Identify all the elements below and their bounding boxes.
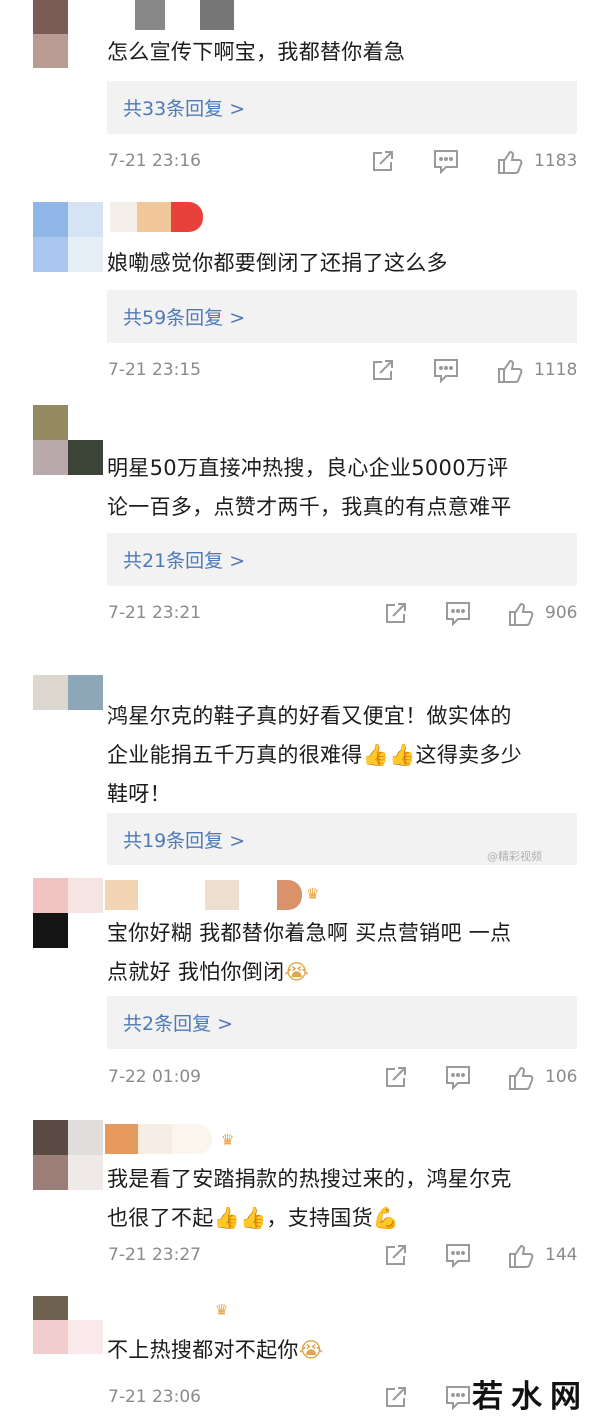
avatar[interactable] bbox=[33, 405, 103, 475]
comment-text: 鸿星尔克的鞋子真的好看又便宜！做实体的 企业能捐五千万真的很难得👍👍这得卖多少 … bbox=[107, 704, 523, 806]
crown-icon: ♛ bbox=[306, 885, 320, 903]
timestamp: 7-21 23:27 bbox=[108, 1245, 201, 1265]
view-replies-link[interactable]: 共2条回复 > bbox=[123, 1009, 233, 1036]
like-count: 106 bbox=[545, 1067, 578, 1087]
comment-meta: 7-22 01:09 106 bbox=[0, 1064, 600, 1094]
crying-emoji-icon: 😭 bbox=[284, 960, 310, 984]
avatar[interactable] bbox=[33, 1120, 103, 1190]
chevron-right-icon: > bbox=[217, 1013, 234, 1035]
share-icon[interactable] bbox=[370, 148, 396, 176]
view-replies-link[interactable]: 共21条回复 > bbox=[123, 546, 245, 573]
reply-box[interactable]: 共33条回复 > bbox=[107, 81, 577, 134]
avatar[interactable] bbox=[33, 675, 103, 710]
comment-icon[interactable] bbox=[432, 148, 460, 176]
reply-box[interactable]: 共21条回复 > bbox=[107, 533, 577, 586]
chevron-right-icon: > bbox=[229, 98, 246, 120]
comment-icon[interactable] bbox=[444, 600, 472, 628]
comment-meta: 7-21 23:16 1183 bbox=[0, 148, 600, 178]
avatar[interactable] bbox=[33, 878, 103, 948]
like-icon bbox=[509, 1066, 534, 1090]
share-icon[interactable] bbox=[383, 1384, 409, 1412]
comment-icon[interactable] bbox=[444, 1384, 472, 1412]
watermark: @精彩视频 bbox=[487, 850, 542, 863]
like-count: 1118 bbox=[534, 360, 578, 380]
chevron-right-icon: > bbox=[229, 830, 246, 852]
like-count: 906 bbox=[545, 603, 578, 623]
view-replies-link[interactable]: 共19条回复 > bbox=[123, 826, 245, 853]
timestamp: 7-21 23:16 bbox=[108, 151, 201, 171]
share-icon[interactable] bbox=[383, 600, 409, 628]
timestamp: 7-22 01:09 bbox=[108, 1067, 201, 1087]
avatar[interactable] bbox=[33, 0, 103, 70]
reply-box[interactable]: 共59条回复 > bbox=[107, 290, 577, 343]
thumbs-up-emoji-icon: 👍👍 bbox=[362, 743, 416, 767]
crown-icon: ♛ bbox=[221, 1131, 235, 1149]
timestamp: 7-21 23:15 bbox=[108, 360, 201, 380]
comment-text: 怎么宣传下啊宝，我都替你着急 bbox=[107, 40, 406, 64]
comment-text: 我是看了安踏捐款的热搜过来的，鸿星尔克 也很了不起👍👍，支持国货💪 bbox=[107, 1167, 512, 1230]
chevron-right-icon: > bbox=[229, 550, 246, 572]
comment-text: 不上热搜都对不起你😭 bbox=[107, 1338, 324, 1362]
comment-icon[interactable] bbox=[444, 1064, 472, 1092]
comment-icon[interactable] bbox=[444, 1242, 472, 1270]
like-icon bbox=[498, 359, 523, 383]
comment-icon[interactable] bbox=[432, 357, 460, 385]
thumbs-up-emoji-icon: 👍👍 bbox=[213, 1206, 267, 1230]
avatar[interactable] bbox=[33, 202, 103, 272]
reply-box[interactable]: 共2条回复 > bbox=[107, 996, 577, 1049]
like-count: 144 bbox=[545, 1245, 578, 1265]
comment-text: 娘嘞感觉你都要倒闭了还捐了这么多 bbox=[107, 251, 448, 275]
comment-meta: 7-21 23:21 906 bbox=[0, 600, 600, 630]
view-replies-link[interactable]: 共59条回复 > bbox=[123, 303, 245, 330]
flexed-biceps-emoji-icon: 💪 bbox=[372, 1206, 400, 1230]
comment-text: 明星50万直接冲热搜，良心企业5000万评 论一百多，点赞才两千，我真的有点意难… bbox=[107, 456, 512, 519]
crown-icon: ♛ bbox=[215, 1301, 229, 1319]
share-icon[interactable] bbox=[383, 1064, 409, 1092]
like-count: 1183 bbox=[534, 151, 578, 171]
comment-meta: 7-21 23:15 1118 bbox=[0, 357, 600, 387]
site-logo: 若水网 bbox=[472, 1379, 589, 1415]
like-icon bbox=[498, 150, 523, 174]
timestamp: 7-21 23:21 bbox=[108, 603, 201, 623]
share-icon[interactable] bbox=[383, 1242, 409, 1270]
like-icon bbox=[509, 1244, 534, 1268]
chevron-right-icon: > bbox=[229, 307, 246, 329]
like-icon bbox=[509, 602, 534, 626]
avatar[interactable] bbox=[33, 1296, 103, 1366]
comment-feed-screen: { "comments": [ { "text": ["怎么宣传下啊宝，我都替你… bbox=[0, 0, 600, 1415]
comment-meta: 7-21 23:27 144 bbox=[0, 1242, 600, 1272]
comment-text: 宝你好糊 我都替你着急啊 买点营销吧 一点 点就好 我怕你倒闭😭 bbox=[107, 921, 512, 984]
view-replies-link[interactable]: 共33条回复 > bbox=[123, 94, 245, 121]
share-icon[interactable] bbox=[370, 357, 396, 385]
timestamp: 7-21 23:06 bbox=[108, 1387, 201, 1407]
crying-emoji-icon: 😭 bbox=[298, 1338, 324, 1362]
